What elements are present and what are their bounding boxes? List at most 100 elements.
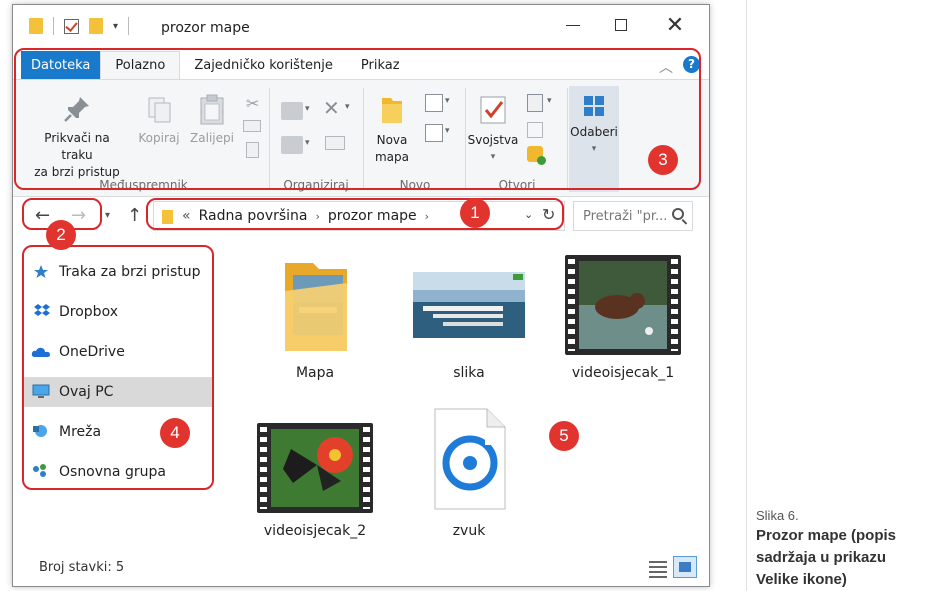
open-chevron-icon[interactable]: ▾ [547,96,552,106]
nav-item-quick-access[interactable]: Traka za brzi pristup [23,257,213,287]
select-chevron-icon: ▾ [591,144,597,154]
edit-icon[interactable] [527,122,543,138]
image-thumbnail [413,255,525,355]
nav-item-label: Mreža [59,424,102,440]
group-divider [363,88,364,190]
maximize-icon [615,19,627,31]
breadcrumb-current-folder[interactable]: prozor mape [328,208,417,224]
tab-view[interactable]: Prikaz [347,51,414,79]
select-group: Odaberi ▾ [569,80,625,198]
file-item-audio[interactable]: zvuk [404,405,534,539]
back-arrow-icon[interactable]: ← [35,205,50,226]
file-name: videoisjecak_1 [571,365,675,381]
file-item-image[interactable]: slika [404,255,534,381]
nav-item-this-pc[interactable]: Ovaj PC [23,377,213,407]
file-name: videoisjecak_2 [263,523,367,539]
history-badge-icon [537,156,546,165]
clipboard-group: Prikvači na traku za brzi pristup Kopira… [21,80,266,198]
delete-chevron-icon[interactable]: ▾ [345,102,350,112]
tab-share[interactable]: Zajedničko korištenje [180,51,347,79]
video-thumbnail [257,423,373,513]
annotation-badge-1: 1 [460,198,490,228]
recent-locations-chevron-icon[interactable]: ▾ [105,210,110,221]
film-strip-icon [260,427,267,509]
move-to-chevron-icon[interactable]: ▾ [305,104,310,114]
copy-path-icon[interactable] [243,120,261,132]
copy-icon [144,94,174,124]
audio-thumbnail [429,405,509,513]
tab-home[interactable]: Polazno [100,51,181,79]
nav-item-homegroup[interactable]: Osnovna grupa [23,457,213,487]
maximize-button[interactable] [609,15,633,35]
search-placeholder: Pretraži "pr... [583,209,668,224]
nav-item-dropbox[interactable]: Dropbox [23,297,213,327]
copy-button[interactable]: Kopiraj [133,94,185,147]
bear-video-frame-icon [579,261,667,349]
navigation-pane: Traka za brzi pristup Dropbox OneDrive O… [13,245,218,545]
properties-check-icon[interactable] [64,18,79,34]
file-item-video-2[interactable]: videoisjecak_2 [250,423,380,539]
copy-to-chevron-icon[interactable]: ▾ [305,138,310,148]
new-folder-icon[interactable] [89,18,103,34]
select-button[interactable]: Odaberi ▾ [569,86,619,192]
cloud-icon [31,347,50,357]
tab-file[interactable]: Datoteka [21,51,101,79]
search-box[interactable]: Pretraži "pr... [573,201,693,231]
figure-number: Slika 6. [756,508,799,523]
caption-line-3: Velike ikone) [756,571,847,588]
new-folder-button[interactable]: Nova mapa [369,94,415,166]
properties-button[interactable]: Svojstva ▾ [467,94,519,166]
paste-label: Zalijepi [190,131,234,145]
close-icon: ✕ [665,12,685,38]
breadcrumb-overflow[interactable]: « [182,208,191,224]
pin-quick-access-button[interactable]: Prikvači na traku za brzi pristup [27,94,127,181]
minimize-button[interactable] [561,15,585,35]
cut-icon[interactable]: ✂ [246,94,259,113]
large-icons-view-icon[interactable] [673,556,697,578]
address-dropdown-chevron-icon[interactable]: ⌄ [524,208,533,221]
group-divider [567,88,568,190]
up-arrow-icon[interactable]: ↑ [127,205,142,226]
status-bar: Broj stavki: 5 [13,552,709,586]
easy-access-icon[interactable] [425,124,443,142]
breadcrumb-desktop[interactable]: Radna površina [199,208,308,224]
details-view-icon[interactable] [649,558,667,578]
nav-item-onedrive[interactable]: OneDrive [23,337,213,367]
breadcrumb-chevron-icon[interactable]: › [425,210,429,223]
new-item-chevron-icon[interactable]: ▾ [445,96,450,106]
caption-divider [746,0,747,591]
move-to-icon[interactable] [281,102,303,120]
breadcrumb-chevron-icon[interactable]: › [316,210,320,223]
properties-chevron-icon[interactable]: ▾ [467,149,519,166]
network-icon [33,425,47,437]
search-icon[interactable] [672,208,684,220]
paste-shortcut-icon[interactable] [246,142,259,158]
paste-button[interactable]: Zalijepi [187,94,237,147]
forward-arrow-icon[interactable]: → [71,205,86,226]
folder-thumbnail [275,255,355,355]
rename-icon[interactable] [325,136,345,150]
quick-access-toolbar: ▾ [29,17,130,35]
open-icon[interactable] [527,94,543,112]
qat-divider [53,17,54,35]
video-thumbnail [565,255,681,355]
file-item-folder[interactable]: Mapa [250,255,380,381]
file-item-video-1[interactable]: videoisjecak_1 [558,255,688,381]
easy-access-chevron-icon[interactable]: ▾ [445,126,450,136]
help-icon[interactable]: ? [683,56,700,73]
dropbox-icon [34,304,50,316]
organize-group: ▾ ▾ ✕ ▾ Organiziraj [271,80,361,198]
annotation-badge-3: 3 [648,145,678,175]
copy-to-icon[interactable] [281,136,303,154]
new-folder-label-2: mapa [374,150,409,164]
properties-label: Svojstva [467,133,519,147]
qat-customize-chevron-icon[interactable]: ▾ [113,21,118,32]
annotation-badge-5: 5 [549,421,579,451]
close-button[interactable]: ✕ [663,12,687,38]
refresh-icon[interactable]: ↻ [542,205,555,224]
delete-icon[interactable]: ✕ [323,96,340,120]
collapse-ribbon-chevron-icon[interactable]: ︿ [659,57,673,77]
pin-label-1: Prikvači na traku [44,131,110,162]
new-item-icon[interactable] [425,94,443,112]
address-bar[interactable]: « Radna površina › prozor mape › ⌄ ↻ [153,201,565,231]
